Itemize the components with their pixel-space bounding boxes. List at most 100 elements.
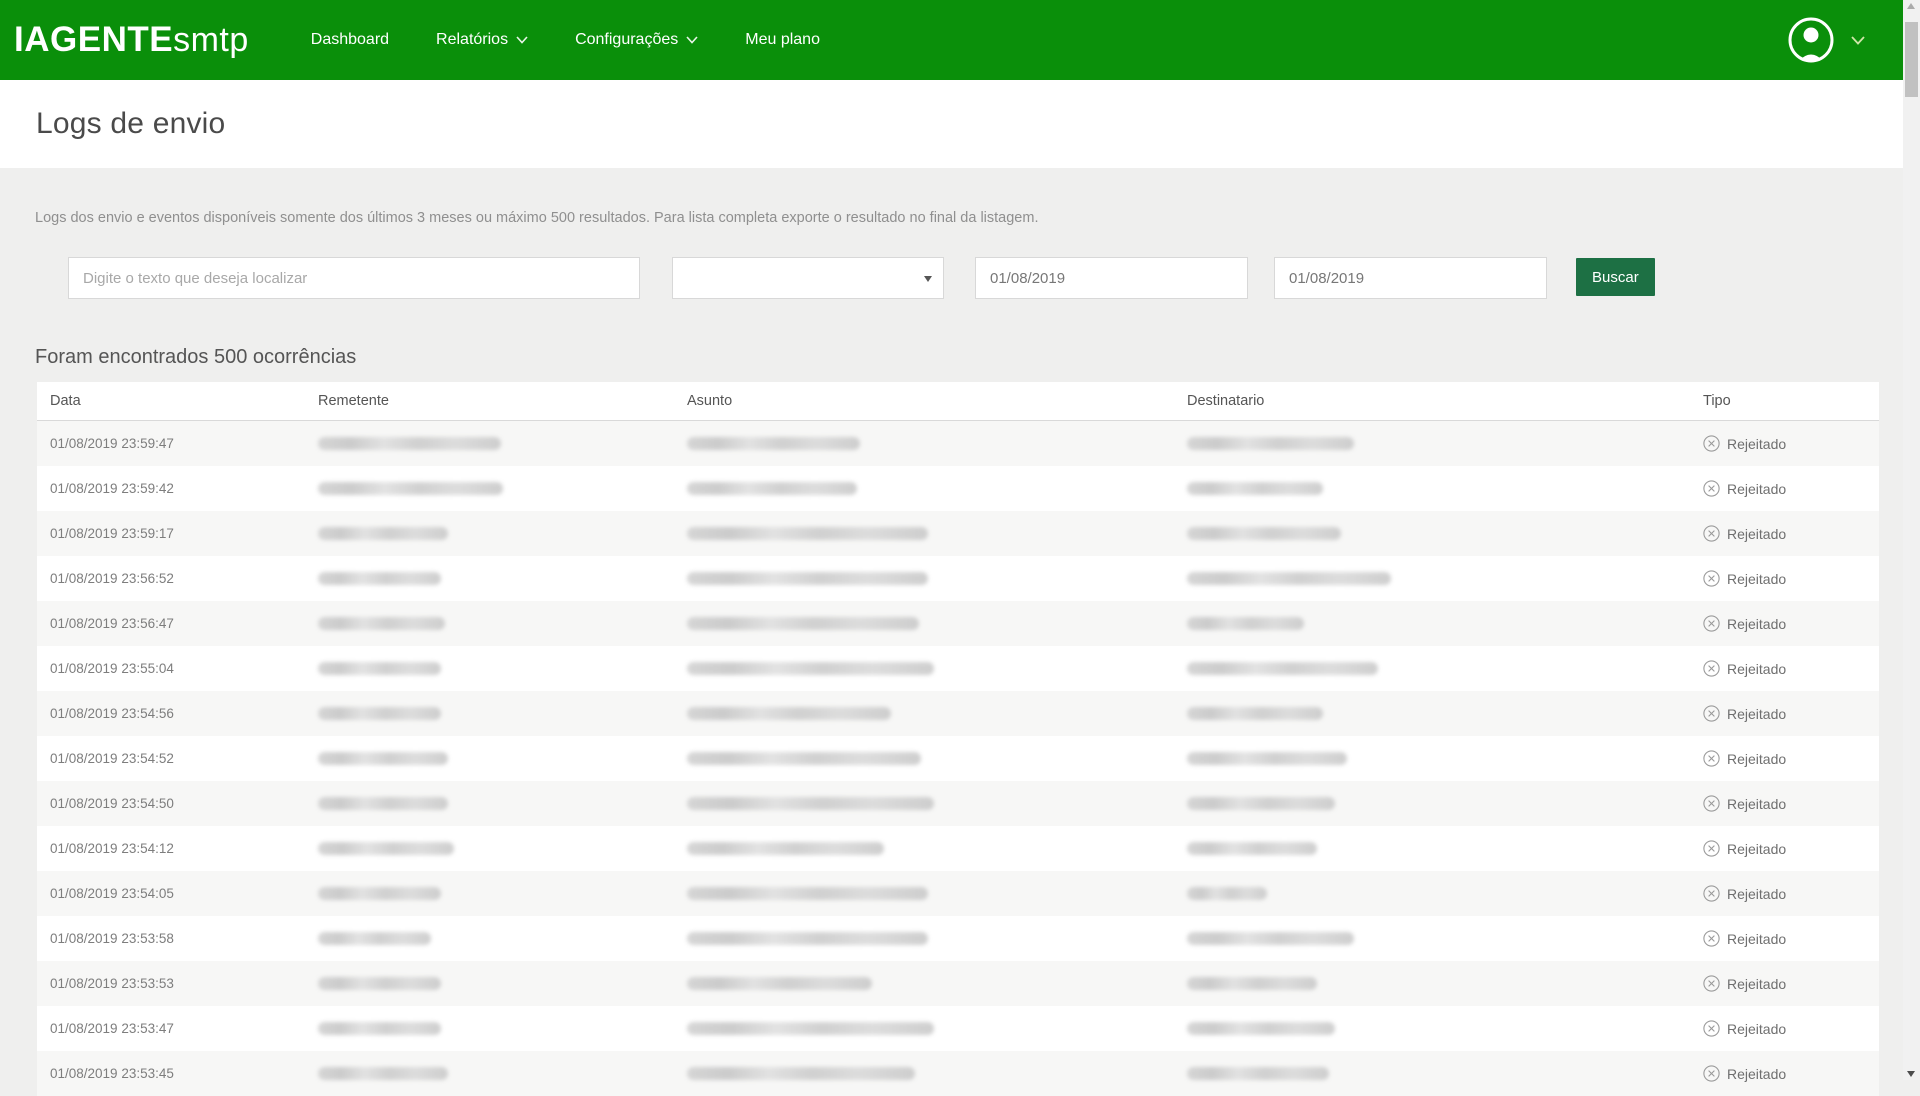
rejected-circle-x-icon (1703, 480, 1720, 497)
redacted-sender-cell (318, 707, 687, 720)
rejected-circle-x-icon (1703, 930, 1720, 947)
redacted-sender-cell (318, 617, 687, 630)
status-badge: Rejeitado (1727, 886, 1786, 902)
main-nav: Dashboard Relatórios Configurações Meu p… (311, 31, 867, 49)
redacted-sender (318, 1022, 441, 1035)
nav-label: Meu plano (745, 31, 820, 49)
redacted-subject (687, 617, 919, 630)
event-type-select[interactable] (672, 257, 944, 299)
status-cell: Rejeitado (1703, 705, 1879, 722)
table-row: 01/08/2019 23:54:52 Rejeitado (37, 736, 1879, 781)
redacted-subject-cell (687, 527, 1187, 540)
nav-item-meu-plano[interactable]: Meu plano (745, 31, 820, 49)
status-cell: Rejeitado (1703, 660, 1879, 677)
status-badge: Rejeitado (1727, 436, 1786, 452)
status-badge: Rejeitado (1727, 931, 1786, 947)
redacted-sender-cell (318, 932, 687, 945)
search-input[interactable] (68, 257, 640, 299)
redacted-subject (687, 752, 921, 765)
redacted-sender (318, 572, 441, 585)
redacted-recipient (1187, 842, 1317, 855)
redacted-sender (318, 932, 431, 945)
table-row: 01/08/2019 23:59:42Rejeitado (37, 466, 1879, 511)
scrollbar-thumb[interactable] (1905, 22, 1918, 97)
log-timestamp: 01/08/2019 23:56:47 (50, 616, 318, 631)
rejected-circle-x-icon (1703, 615, 1720, 632)
redacted-subject (687, 527, 928, 540)
column-header-data: Data (50, 393, 318, 409)
redacted-subject (687, 572, 928, 585)
redacted-recipient (1187, 752, 1347, 765)
status-badge: Rejeitado (1727, 841, 1786, 857)
rejected-circle-x-icon (1703, 1065, 1720, 1082)
redacted-sender (318, 797, 448, 810)
redacted-sender-cell (318, 1067, 687, 1080)
redacted-sender-cell (318, 797, 687, 810)
status-cell: Rejeitado (1703, 1020, 1879, 1037)
redacted-recipient-cell (1187, 617, 1703, 630)
nav-item-relatorios[interactable]: Relatórios (436, 31, 528, 49)
scroll-up-arrow-icon[interactable] (1907, 3, 1915, 9)
date-to-input[interactable] (1274, 257, 1547, 299)
nav-item-configuracoes[interactable]: Configurações (575, 31, 698, 49)
redacted-sender (318, 527, 448, 540)
rejected-circle-x-icon (1703, 795, 1720, 812)
status-badge: Rejeitado (1727, 751, 1786, 767)
redacted-sender (318, 977, 441, 990)
scroll-down-arrow-icon[interactable] (1907, 1071, 1915, 1077)
filter-bar: Buscar (68, 257, 1655, 299)
redacted-subject-cell (687, 1067, 1187, 1080)
redacted-subject-cell (687, 797, 1187, 810)
rejected-circle-x-icon (1703, 840, 1720, 857)
redacted-recipient (1187, 527, 1341, 540)
status-cell: Rejeitado (1703, 750, 1879, 767)
status-cell: Rejeitado (1703, 570, 1879, 587)
status-badge: Rejeitado (1727, 616, 1786, 632)
table-row: 01/08/2019 23:59:47Rejeitado (37, 421, 1879, 466)
redacted-sender-cell (318, 1022, 687, 1035)
redacted-subject-cell (687, 1022, 1187, 1035)
app-logo[interactable]: IAGENTEsmtp (14, 20, 249, 60)
vertical-scrollbar[interactable] (1903, 0, 1920, 1080)
redacted-recipient (1187, 887, 1267, 900)
status-cell: Rejeitado (1703, 480, 1879, 497)
redacted-subject (687, 842, 884, 855)
redacted-recipient-cell (1187, 977, 1703, 990)
column-header-destinatario: Destinatario (1187, 393, 1703, 409)
log-timestamp: 01/08/2019 23:54:52 (50, 751, 318, 766)
redacted-subject-cell (687, 752, 1187, 765)
log-timestamp: 01/08/2019 23:54:56 (50, 706, 318, 721)
nav-item-dashboard[interactable]: Dashboard (311, 31, 389, 49)
status-badge: Rejeitado (1727, 571, 1786, 587)
log-timestamp: 01/08/2019 23:53:47 (50, 1021, 318, 1036)
nav-label: Configurações (575, 31, 678, 49)
redacted-recipient-cell (1187, 662, 1703, 675)
user-avatar-icon[interactable] (1787, 16, 1835, 64)
status-cell: Rejeitado (1703, 930, 1879, 947)
table-body: 01/08/2019 23:59:47Rejeitado01/08/2019 2… (37, 421, 1879, 1096)
redacted-recipient-cell (1187, 707, 1703, 720)
redacted-sender-cell (318, 887, 687, 900)
redacted-recipient (1187, 1022, 1335, 1035)
table-row: 01/08/2019 23:53:45Rejeitado (37, 1051, 1879, 1096)
status-badge: Rejeitado (1727, 796, 1786, 812)
redacted-sender-cell (318, 662, 687, 675)
log-timestamp: 01/08/2019 23:54:12 (50, 841, 318, 856)
chevron-down-icon[interactable] (1851, 36, 1865, 45)
redacted-recipient (1187, 932, 1354, 945)
log-timestamp: 01/08/2019 23:53:53 (50, 976, 318, 991)
rejected-circle-x-icon (1703, 750, 1720, 767)
redacted-subject-cell (687, 572, 1187, 585)
redacted-recipient (1187, 707, 1323, 720)
user-menu[interactable] (1787, 16, 1865, 64)
status-cell: Rejeitado (1703, 840, 1879, 857)
chevron-down-icon (516, 36, 528, 44)
status-badge: Rejeitado (1727, 1021, 1786, 1037)
redacted-subject (687, 1067, 915, 1080)
search-button[interactable]: Buscar (1576, 258, 1655, 296)
column-header-remetente: Remetente (318, 393, 687, 409)
log-timestamp: 01/08/2019 23:55:04 (50, 661, 318, 676)
redacted-sender (318, 842, 454, 855)
date-from-input[interactable] (975, 257, 1248, 299)
redacted-recipient-cell (1187, 752, 1703, 765)
